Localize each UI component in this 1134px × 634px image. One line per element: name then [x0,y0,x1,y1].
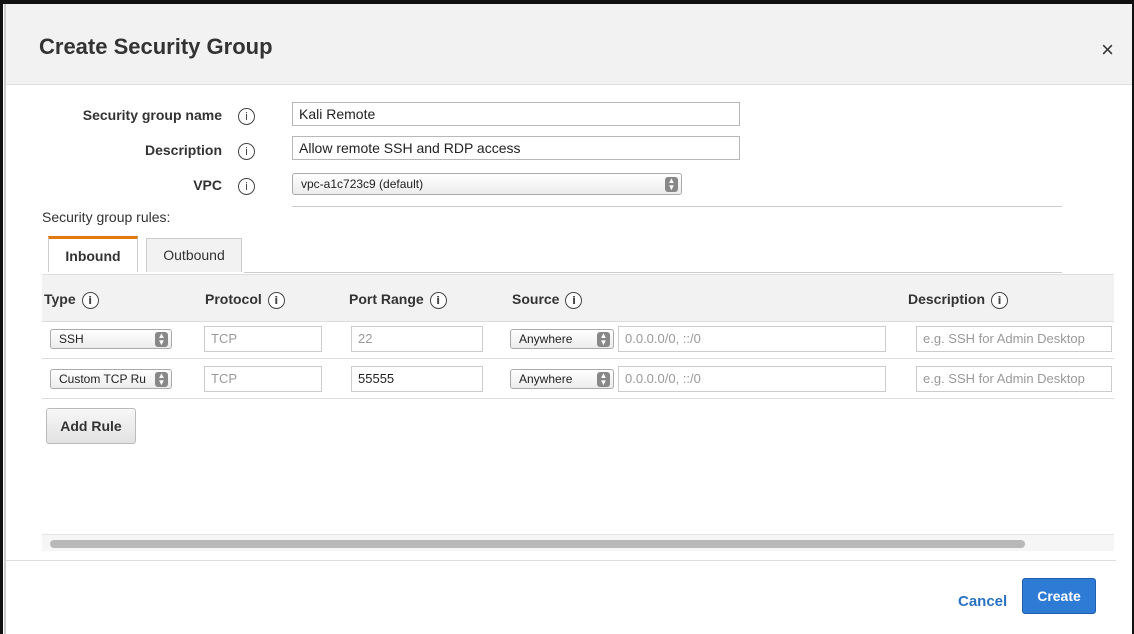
source-cidr-input[interactable]: 0.0.0.0/0, ::/0 [618,366,886,392]
rule-description-input[interactable]: e.g. SSH for Admin Desktop [916,366,1112,392]
tab-outbound[interactable]: Outbound [146,238,242,272]
description-input[interactable]: Allow remote SSH and RDP access [292,136,740,160]
window-frame-left [0,0,3,634]
info-icon[interactable]: i [267,291,285,309]
row-divider [42,358,1114,359]
updown-arrow-icon: ▲ ▼ [155,332,168,347]
rules-table-header: Type i Protocol i Port Range i Source i Desc… [42,274,1114,322]
tab-inbound[interactable]: Inbound [48,236,138,272]
footer-divider [6,560,1116,561]
updown-arrow-icon: ▲ ▼ [597,372,610,387]
add-rule-button[interactable]: Add Rule [46,408,136,444]
type-select[interactable]: SSH ▲ ▼ [50,329,172,349]
dialog-header: Create Security Group × [6,4,1132,85]
source-cidr-input[interactable]: 0.0.0.0/0, ::/0 [618,326,886,352]
info-icon[interactable]: i [238,143,255,160]
vpc-label: VPC [193,177,222,193]
port-range-input: 22 [351,326,483,352]
info-icon[interactable]: i [238,108,255,125]
tabs-baseline [244,272,1062,273]
column-port-range: Port Range i [349,291,447,309]
info-icon[interactable]: i [238,178,255,195]
type-select-value: SSH [59,332,84,346]
source-select[interactable]: Anywhere ▲ ▼ [510,329,614,349]
create-security-group-dialog: Create Security Group × Security group n… [4,4,1132,634]
type-select-value: Custom TCP Ru [59,372,146,386]
description-label: Description [144,142,222,158]
info-icon[interactable]: i [429,291,447,309]
row-divider [42,398,1114,399]
vpc-select-value: vpc-a1c723c9 (default) [301,177,424,191]
updown-arrow-icon: ▲ ▼ [155,372,168,387]
info-icon[interactable]: i [81,291,99,309]
security-group-rules-label: Security group rules: [42,209,171,225]
scrollbar-thumb[interactable] [50,540,1025,548]
protocol-field: TCP [204,326,322,352]
source-select-value: Anywhere [519,372,573,386]
create-button[interactable]: Create [1022,578,1096,614]
column-description: Description i [908,291,1009,309]
dialog-title: Create Security Group [39,34,273,59]
column-source: Source i [512,291,583,309]
horizontal-scrollbar[interactable] [42,534,1114,551]
protocol-field: TCP [204,366,322,392]
close-icon[interactable]: × [1101,39,1114,61]
port-range-input[interactable]: 55555 [351,366,483,392]
rule-description-input[interactable]: e.g. SSH for Admin Desktop [916,326,1112,352]
security-group-name-input[interactable]: Kali Remote [292,102,740,126]
column-protocol: Protocol i [205,291,285,309]
updown-arrow-icon: ▲ ▼ [665,177,678,192]
cancel-button[interactable]: Cancel [958,593,1007,610]
source-select-value: Anywhere [519,332,573,346]
security-group-name-label: Security group name [82,107,222,123]
source-select[interactable]: Anywhere ▲ ▼ [510,369,614,389]
info-icon[interactable]: i [565,291,583,309]
vpc-select[interactable]: vpc-a1c723c9 (default) ▲ ▼ [292,173,682,195]
updown-arrow-icon: ▲ ▼ [597,332,610,347]
type-select[interactable]: Custom TCP Ru ▲ ▼ [50,369,172,389]
column-type: Type i [44,291,99,309]
info-icon[interactable]: i [991,291,1009,309]
form-divider [292,206,1062,207]
